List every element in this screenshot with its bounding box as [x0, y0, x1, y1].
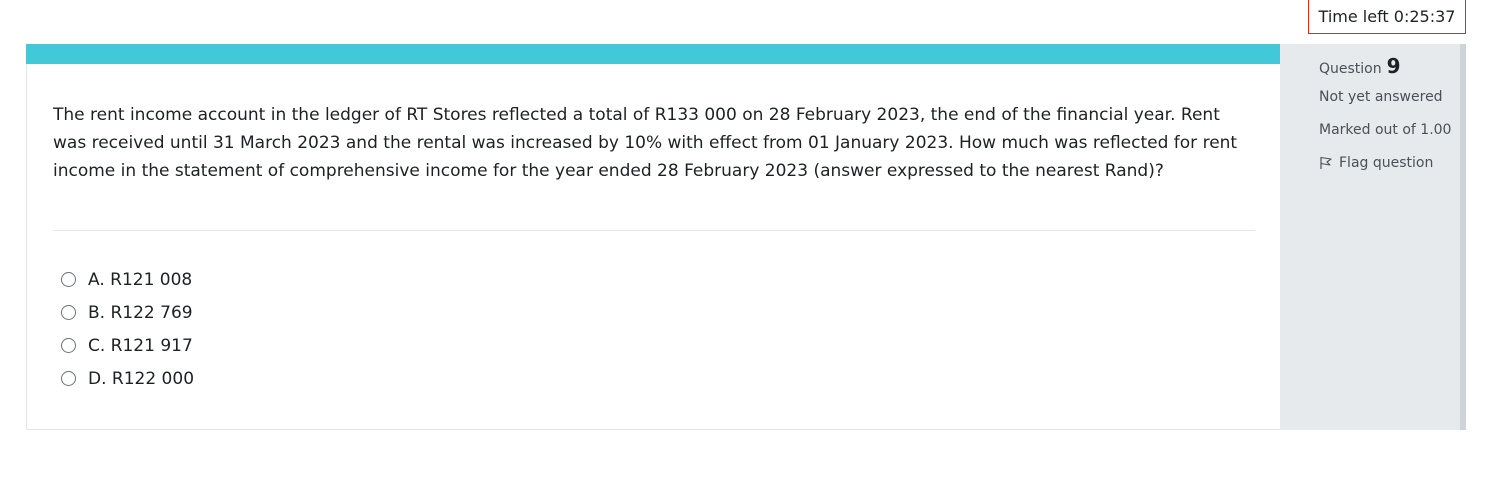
- flag-question-label: Flag question: [1339, 155, 1434, 171]
- question-grade: Marked out of 1.00: [1319, 122, 1452, 138]
- radio-button-d[interactable]: [61, 371, 76, 386]
- answer-option-b[interactable]: B. R122 769: [61, 296, 194, 329]
- question-number-label: Question: [1319, 61, 1382, 77]
- answer-label-d: D. R122 000: [88, 368, 195, 389]
- answer-status: Not yet answered: [1319, 89, 1443, 105]
- answer-option-a[interactable]: A. R121 008: [61, 263, 194, 296]
- answer-list: A. R121 008 B. R122 769 C. R121 917 D. R…: [61, 263, 194, 395]
- answer-label-c: C. R121 917: [88, 335, 193, 356]
- answer-option-c[interactable]: C. R121 917: [61, 329, 194, 362]
- answer-label-b: B. R122 769: [88, 302, 193, 323]
- question-card: The rent income account in the ledger of…: [26, 44, 1466, 430]
- timer-text: Time left 0:25:37: [1318, 7, 1456, 26]
- radio-button-a[interactable]: [61, 272, 76, 287]
- radio-button-b[interactable]: [61, 305, 76, 320]
- flag-icon: [1320, 156, 1332, 169]
- question-number-value: 9: [1386, 54, 1401, 78]
- question-info-panel: Question 9 Not yet answered Marked out o…: [1280, 44, 1466, 430]
- radio-button-c[interactable]: [61, 338, 76, 353]
- question-number: Question 9: [1319, 54, 1401, 78]
- flag-question-button[interactable]: Flag question: [1319, 155, 1433, 171]
- divider: [53, 230, 1255, 231]
- accent-bar: [26, 44, 1280, 64]
- question-text: The rent income account in the ledger of…: [53, 105, 1238, 181]
- answer-label-a: A. R121 008: [88, 269, 193, 290]
- answer-option-d[interactable]: D. R122 000: [61, 362, 194, 395]
- timer-box: Time left 0:25:37: [1308, 0, 1466, 34]
- question-content: The rent income account in the ledger of…: [26, 44, 1281, 429]
